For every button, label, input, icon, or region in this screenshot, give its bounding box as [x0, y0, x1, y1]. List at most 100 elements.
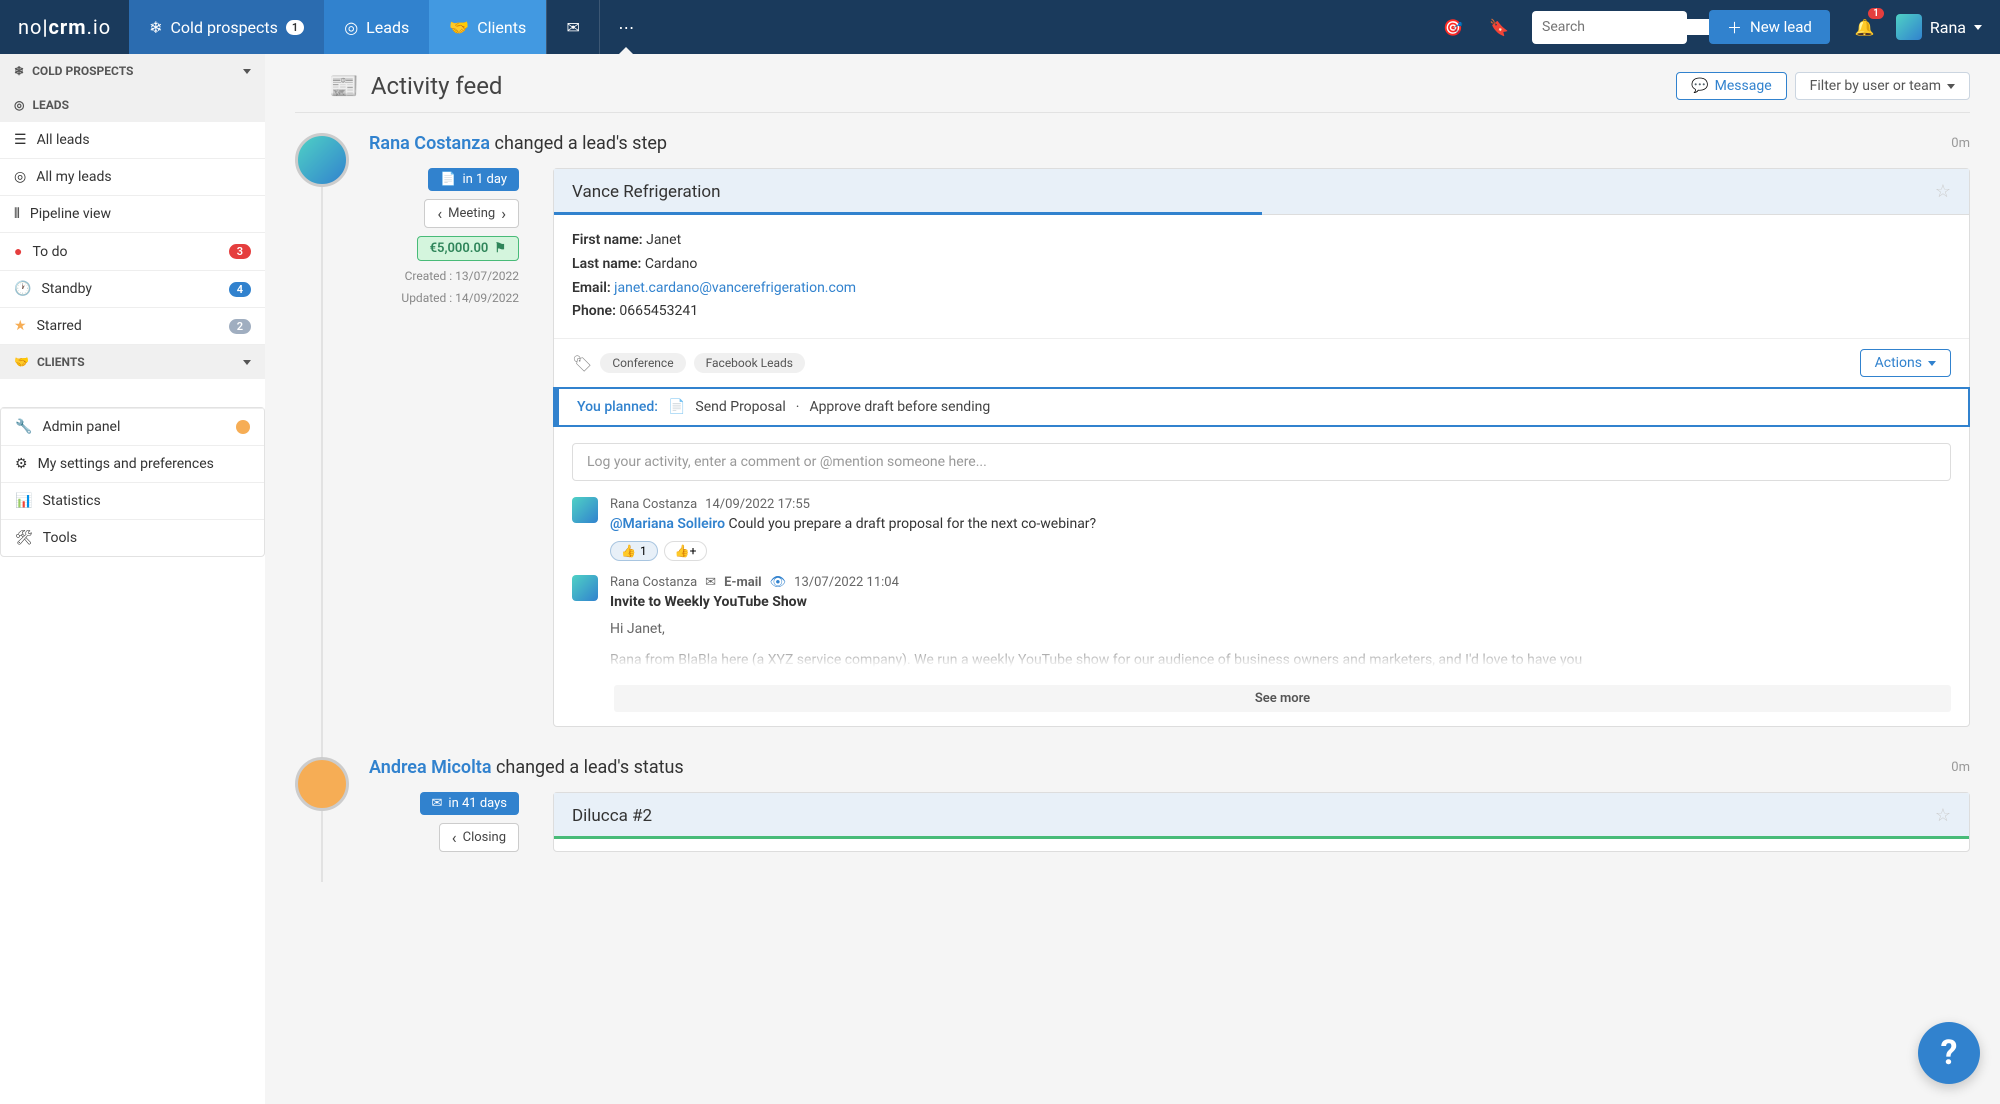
tag-icon: 🏷: [572, 354, 592, 373]
target-icon: ◎: [14, 169, 26, 185]
nav-clients[interactable]: 🤝 Clients: [429, 0, 546, 54]
sidebar-item-all-my-leads[interactable]: ◎All my leads: [0, 159, 265, 196]
lead-card: Dilucca #2 ☆: [553, 792, 1970, 852]
envelope-icon: ✉: [567, 18, 580, 37]
avatar[interactable]: [572, 497, 598, 523]
due-pill[interactable]: 📄in 1 day: [428, 168, 519, 191]
nav-cold-prospects[interactable]: ❄ Cold prospects 1: [129, 0, 324, 54]
bell-icon: 🔔: [1855, 18, 1875, 37]
file-icon: 📄: [440, 172, 456, 187]
new-lead-button[interactable]: ＋ New lead: [1709, 10, 1830, 44]
lead-meta: ✉in 41 days Closing: [369, 792, 519, 852]
search-box: 🔍: [1532, 11, 1687, 44]
target-icon: 🎯: [1443, 18, 1463, 37]
star-icon[interactable]: ☆: [1935, 805, 1951, 826]
lead-name[interactable]: Dilucca #2: [572, 806, 652, 826]
eye-icon: 👁: [770, 575, 787, 590]
sidebar-group-leads[interactable]: ◎LEADS: [0, 88, 265, 122]
message-button[interactable]: 💬Message: [1676, 72, 1786, 100]
sidebar-item-standby[interactable]: 🕐Standby 4: [0, 271, 265, 308]
planned-tasks[interactable]: You planned: 📄 Send Proposal · Approve d…: [553, 387, 1970, 427]
sidebar-item-settings[interactable]: ⚙My settings and preferences: [1, 445, 264, 482]
actions-dropdown[interactable]: Actions: [1860, 349, 1951, 377]
sidebar-item-starred[interactable]: ★Starred 2: [0, 308, 265, 345]
nav-more[interactable]: ⋯: [599, 0, 652, 54]
user-menu[interactable]: Rana: [1888, 14, 1982, 40]
sidebar-item-all-leads[interactable]: ☰All leads: [0, 122, 265, 159]
star-icon[interactable]: ☆: [1935, 181, 1951, 202]
tag[interactable]: Conference: [600, 353, 685, 373]
logo[interactable]: no|crm.io: [0, 0, 129, 54]
feed-icon: 📰: [329, 72, 359, 100]
amount-pill[interactable]: €5,000.00⚑: [417, 236, 519, 261]
avatar[interactable]: [572, 575, 598, 601]
gear-icon: ⚙: [15, 456, 28, 472]
sidebar-item-statistics[interactable]: 📊Statistics: [1, 482, 264, 519]
feed-timestamp: 0m: [1951, 760, 1970, 775]
mention-link[interactable]: @Mariana Solleiro: [610, 516, 725, 532]
chevron-left-icon: [452, 828, 457, 847]
standby-badge: 4: [229, 282, 251, 297]
top-navbar: no|crm.io ❄ Cold prospects 1 ◎ Leads 🤝 C…: [0, 0, 2000, 54]
pipeline-icon: ⫴: [14, 206, 20, 222]
step-pill[interactable]: Meeting: [424, 199, 519, 228]
tags-row: 🏷 Conference Facebook Leads Actions: [554, 338, 1969, 387]
file-icon: 📄: [668, 399, 685, 415]
sidebar-admin-section: 🔧Admin panel ⚙My settings and preference…: [0, 407, 265, 557]
filter-dropdown[interactable]: Filter by user or team: [1795, 72, 1970, 100]
avatar[interactable]: [295, 757, 349, 811]
comment-item: Rana Costanza ✉ E-mail 👁 13/07/2022 11:0…: [554, 575, 1969, 681]
wrench-icon: 🔧: [15, 419, 32, 435]
chevron-right-icon: [501, 204, 506, 223]
feed-timestamp: 0m: [1951, 136, 1970, 151]
add-reaction-button[interactable]: 👍+: [664, 541, 708, 561]
list-icon: ☰: [14, 132, 27, 148]
search-input[interactable]: [1542, 19, 1720, 35]
target-icon: ◎: [14, 98, 24, 112]
chevron-down-icon: [243, 360, 251, 365]
nav-leads[interactable]: ◎ Leads: [324, 0, 429, 54]
help-button[interactable]: ?: [1918, 1022, 1980, 1084]
sidebar-item-pipeline[interactable]: ⫴Pipeline view: [0, 196, 265, 233]
sidebar-item-todo[interactable]: ●To do 3: [0, 233, 265, 271]
avatar: [1896, 14, 1922, 40]
page-title: 📰 Activity feed: [329, 72, 502, 100]
user-link[interactable]: Andrea Micolta: [369, 757, 492, 778]
progress-bar: [554, 212, 1262, 215]
flag-icon: ⚑: [494, 241, 506, 256]
sidebar-group-cold-prospects[interactable]: ❄COLD PROSPECTS: [0, 54, 265, 88]
chart-icon: 📊: [15, 493, 32, 509]
tag[interactable]: Facebook Leads: [694, 353, 805, 373]
plus-icon: ＋: [1727, 17, 1742, 38]
nav-inbox[interactable]: ✉: [546, 0, 599, 54]
bookmark-icon: 🔖: [1489, 18, 1509, 37]
sidebar-item-tools[interactable]: 🛠Tools: [1, 519, 264, 556]
sidebar: ❄COLD PROSPECTS ◎LEADS ☰All leads ◎All m…: [0, 54, 265, 1104]
goals-button[interactable]: 🎯: [1430, 0, 1476, 54]
prospects-badge: 1: [286, 20, 304, 35]
due-pill[interactable]: ✉in 41 days: [420, 792, 519, 815]
star-icon: ★: [14, 318, 27, 334]
handshake-icon: 🤝: [449, 18, 469, 37]
clock-icon: 🕐: [14, 281, 31, 297]
chevron-down-icon: [1974, 25, 1982, 30]
alert-icon: ●: [14, 243, 22, 260]
lead-details: First name: Janet Last name: Cardano Ema…: [554, 215, 1969, 338]
bookmark-button[interactable]: 🔖: [1476, 0, 1522, 54]
email-link[interactable]: janet.cardano@vancerefrigeration.com: [614, 280, 856, 296]
avatar[interactable]: [295, 133, 349, 187]
envelope-icon: ✉: [432, 796, 443, 811]
user-link[interactable]: Rana Costanza: [369, 133, 490, 154]
chat-icon: 💬: [1691, 78, 1708, 94]
sidebar-item-admin[interactable]: 🔧Admin panel: [1, 408, 264, 445]
see-more-button[interactable]: See more: [614, 685, 1951, 712]
notif-badge: 1: [1868, 8, 1884, 19]
step-pill[interactable]: Closing: [439, 823, 519, 852]
content-area: 📰 Activity feed 💬Message Filter by user …: [265, 54, 2000, 1104]
reaction-button[interactable]: 👍 1: [610, 541, 658, 561]
lead-name[interactable]: Vance Refrigeration: [572, 182, 721, 202]
sidebar-group-clients[interactable]: 🤝CLIENTS: [0, 345, 265, 379]
notifications-button[interactable]: 🔔 1: [1842, 0, 1888, 54]
envelope-icon: ✉: [705, 575, 716, 590]
comment-input[interactable]: Log your activity, enter a comment or @m…: [572, 443, 1951, 481]
